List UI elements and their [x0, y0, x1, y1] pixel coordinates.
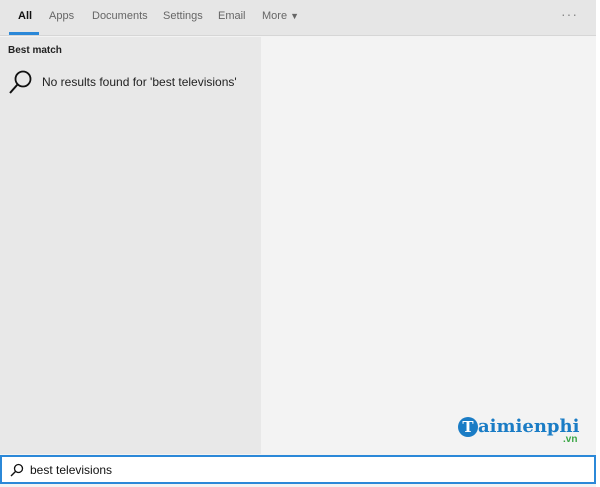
tab-all[interactable]: All	[18, 10, 32, 22]
no-results-item: No results found for 'best televisions'	[8, 69, 237, 95]
chevron-down-icon: ▼	[290, 11, 300, 21]
tab-more[interactable]: More ▼	[262, 10, 299, 22]
tab-settings[interactable]: Settings	[163, 10, 203, 22]
tab-more-label: More	[262, 10, 288, 22]
search-box[interactable]	[0, 455, 596, 484]
watermark-logo: Taimienphi .vn	[458, 416, 579, 445]
active-tab-indicator	[9, 32, 39, 35]
tab-email[interactable]: Email	[218, 10, 246, 22]
preview-pane	[261, 37, 596, 454]
results-pane: Best match No results found for 'best te…	[0, 37, 261, 454]
tab-bar: All Apps Documents Settings Email More ▼…	[0, 0, 596, 36]
more-options-button[interactable]: ···	[561, 6, 578, 22]
tab-apps[interactable]: Apps	[49, 10, 74, 22]
no-results-message: No results found for 'best televisions'	[42, 75, 237, 89]
tab-documents[interactable]: Documents	[92, 10, 148, 22]
search-icon	[10, 463, 24, 476]
search-window: All Apps Documents Settings Email More ▼…	[0, 0, 596, 487]
search-icon	[9, 70, 32, 94]
search-input[interactable]	[30, 462, 530, 477]
best-match-heading: Best match	[8, 45, 62, 56]
